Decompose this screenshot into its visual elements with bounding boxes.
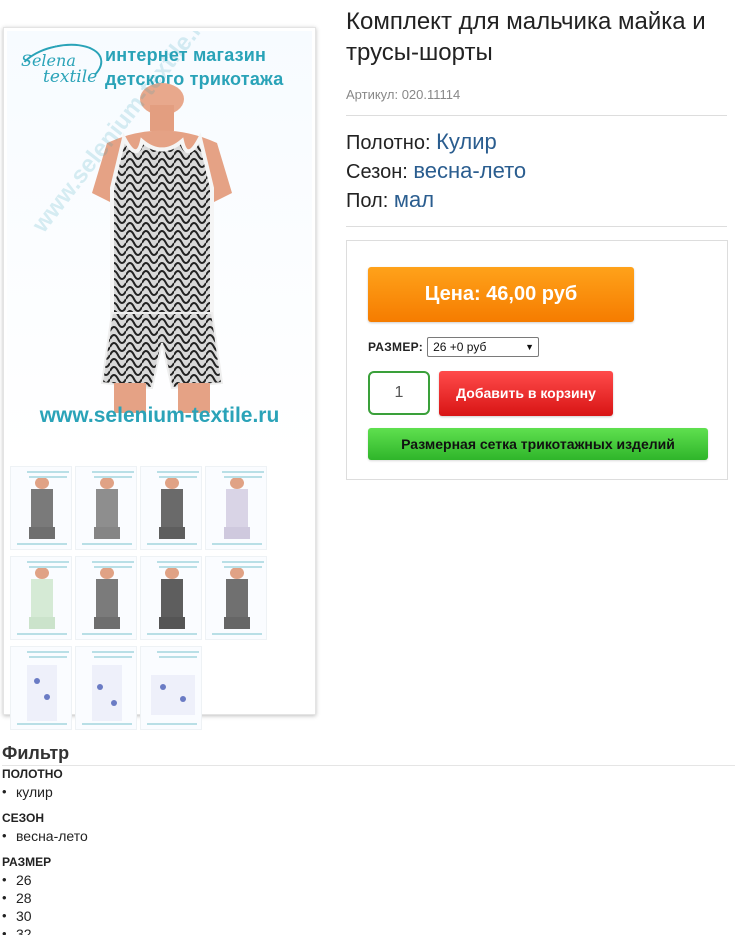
attribute-fabric: Полотно: Кулир [346,128,526,157]
size-select[interactable]: 26 +0 руб ▼ [427,337,540,357]
thumbnail-grid [10,466,310,730]
attribute-label: Сезон: [346,161,408,183]
attribute-season: Сезон: весна-лето [346,157,526,186]
attribute-gender: Пол: мал [346,186,526,215]
mannequin-photo [92,83,232,413]
thumbnail-4[interactable] [205,466,267,550]
size-label: РАЗМЕР: [368,340,424,354]
thumbnail-3[interactable] [140,466,202,550]
thumbnail-8[interactable] [205,556,267,640]
filter-option[interactable]: 30 [2,907,51,925]
filter-group-fabric: ПОЛОТНО кулир [2,767,63,801]
add-to-cart-button[interactable]: Добавить в корзину [439,371,613,416]
size-row: РАЗМЕР: 26 +0 руб ▼ [368,337,540,357]
divider [346,226,727,227]
product-attributes: Полотно: Кулир Сезон: весна-лето Пол: ма… [346,128,526,215]
filter-group-heading: СЕЗОН [2,811,45,825]
thumbnail-9[interactable] [10,646,72,730]
filter-group-size: РАЗМЕР 26 28 30 32 [2,855,51,935]
sku-label: Артикул: [346,87,399,102]
thumbnail-5[interactable] [10,556,72,640]
attribute-label: Пол: [346,190,389,212]
price-button[interactable]: Цена: 46,00 руб [368,267,634,322]
filter-group-heading: ПОЛОТНО [2,767,63,781]
product-gallery: Selena textile интернет магазин детского… [3,27,316,730]
thumbnail-10[interactable] [75,646,137,730]
attribute-label: Полотно: [346,132,431,154]
thumbnail-2[interactable] [75,466,137,550]
divider [346,115,727,116]
thumbnail-7[interactable] [140,556,202,640]
purchase-box: Цена: 46,00 руб РАЗМЕР: 26 +0 руб ▼ 1 До… [346,240,728,480]
filter-option[interactable]: 32 [2,925,51,935]
thumbnail-11[interactable] [140,646,202,730]
filter-option[interactable]: весна-лето [2,827,88,845]
main-product-image[interactable]: Selena textile интернет магазин детского… [7,31,312,459]
filter-option[interactable]: кулир [2,783,63,801]
thumbnail-1[interactable] [10,466,72,550]
image-site-url: www.selenium-textile.ru [39,404,280,427]
size-chart-button[interactable]: Размерная сетка трикотажных изделий [368,428,708,460]
product-sku: Артикул: 020.11114 [346,87,460,102]
quantity-input[interactable]: 1 [368,371,430,415]
size-selected-value: 26 +0 руб [433,340,487,354]
filter-group-heading: РАЗМЕР [2,855,52,869]
attribute-season-link[interactable]: весна-лето [413,158,526,183]
product-title: Комплект для мальчика майка и трусы-шорт… [346,8,706,66]
attribute-fabric-link[interactable]: Кулир [436,129,497,154]
filter-group-season: СЕЗОН весна-лето [2,811,88,845]
thumbnail-6[interactable] [75,556,137,640]
attribute-gender-link[interactable]: мал [394,187,434,212]
filter-option[interactable]: 26 [2,871,51,889]
dropdown-arrow-icon: ▼ [525,342,535,352]
sku-value: 020.11114 [401,87,461,102]
filter-option[interactable]: 28 [2,889,51,907]
filter-title: Фильтр [2,742,735,766]
